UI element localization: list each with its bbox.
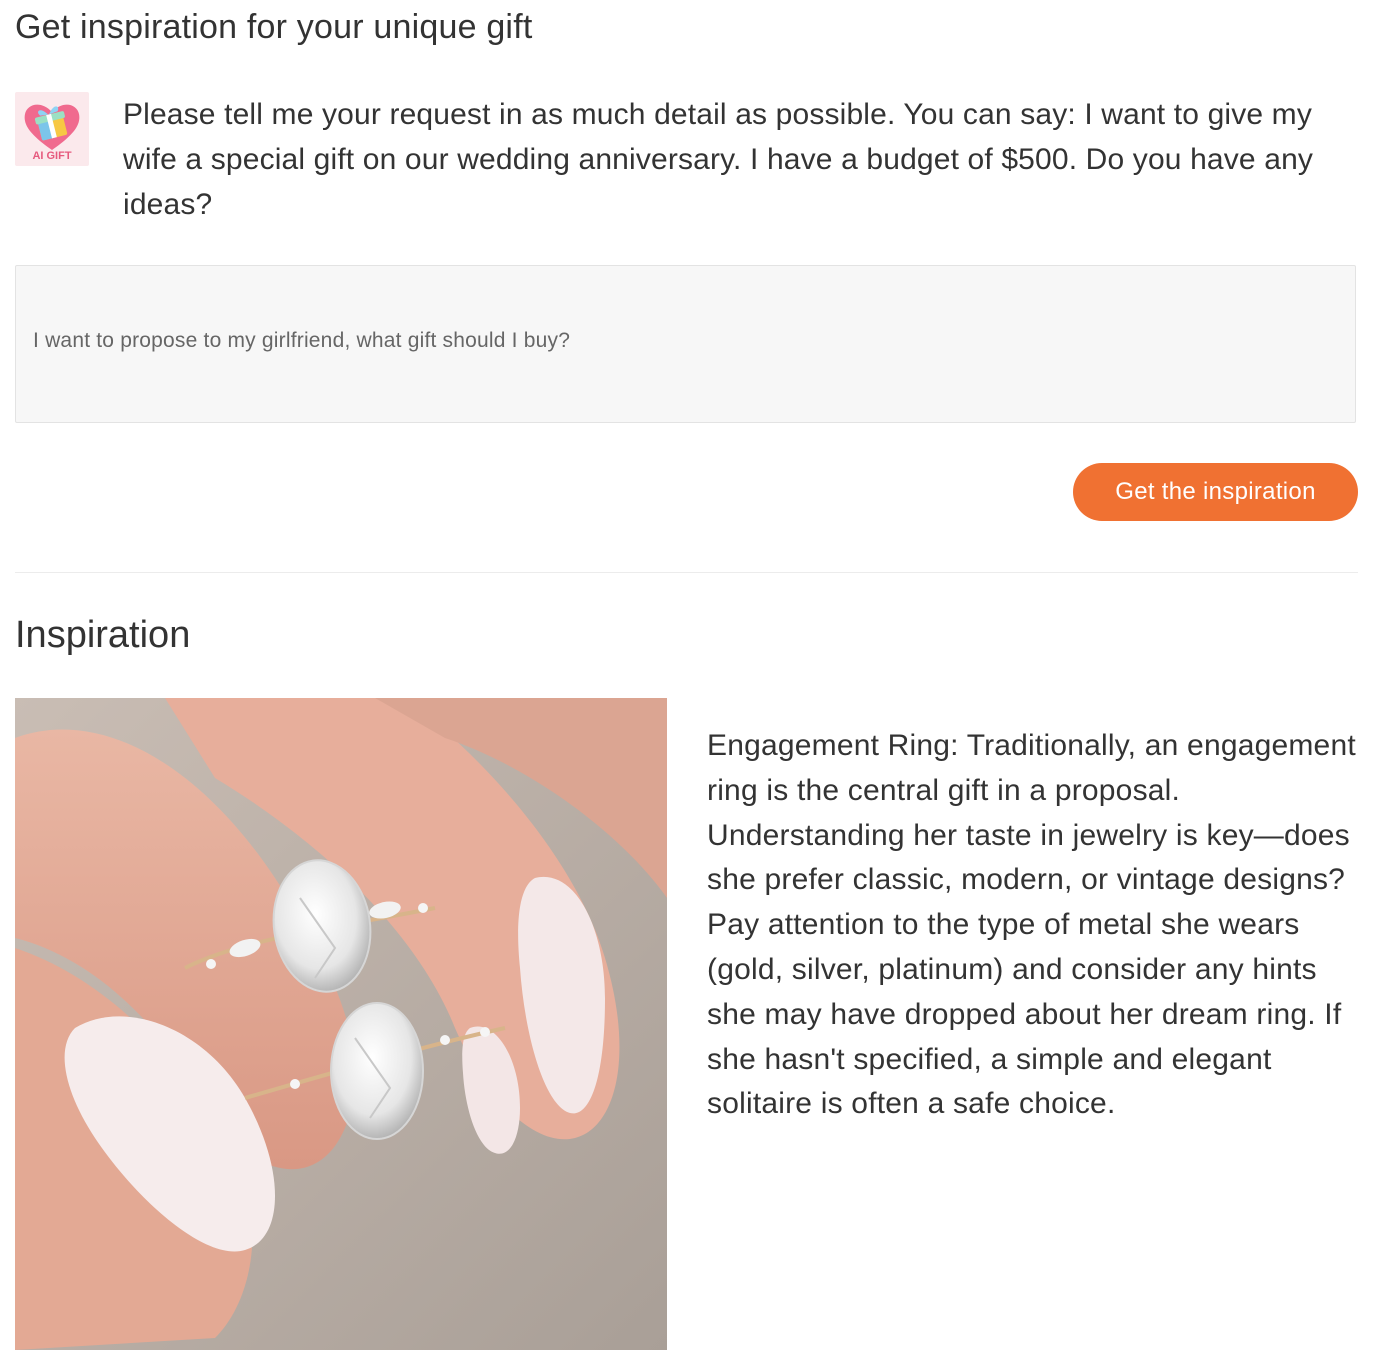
- request-input-value: I want to propose to my girlfriend, what…: [33, 329, 571, 352]
- ai-gift-logo: AI GIFT: [15, 92, 89, 166]
- inspiration-text: Engagement Ring: Traditionally, an engag…: [707, 729, 1356, 1121]
- section-divider: [15, 572, 1358, 573]
- inspiration-heading: Inspiration: [15, 614, 191, 656]
- request-input[interactable]: I want to propose to my girlfriend, what…: [15, 265, 1356, 423]
- assistant-intro: Please tell me your request in as much d…: [123, 98, 1314, 221]
- engagement-ring-photo: [15, 698, 667, 1350]
- logo-text: AI GIFT: [32, 150, 72, 162]
- page-title: Get inspiration for your unique gift: [15, 8, 533, 46]
- get-inspiration-button[interactable]: Get the inspiration: [1073, 463, 1358, 521]
- gift-inspiration-page: Get inspiration for your unique gift AI …: [0, 0, 1390, 1362]
